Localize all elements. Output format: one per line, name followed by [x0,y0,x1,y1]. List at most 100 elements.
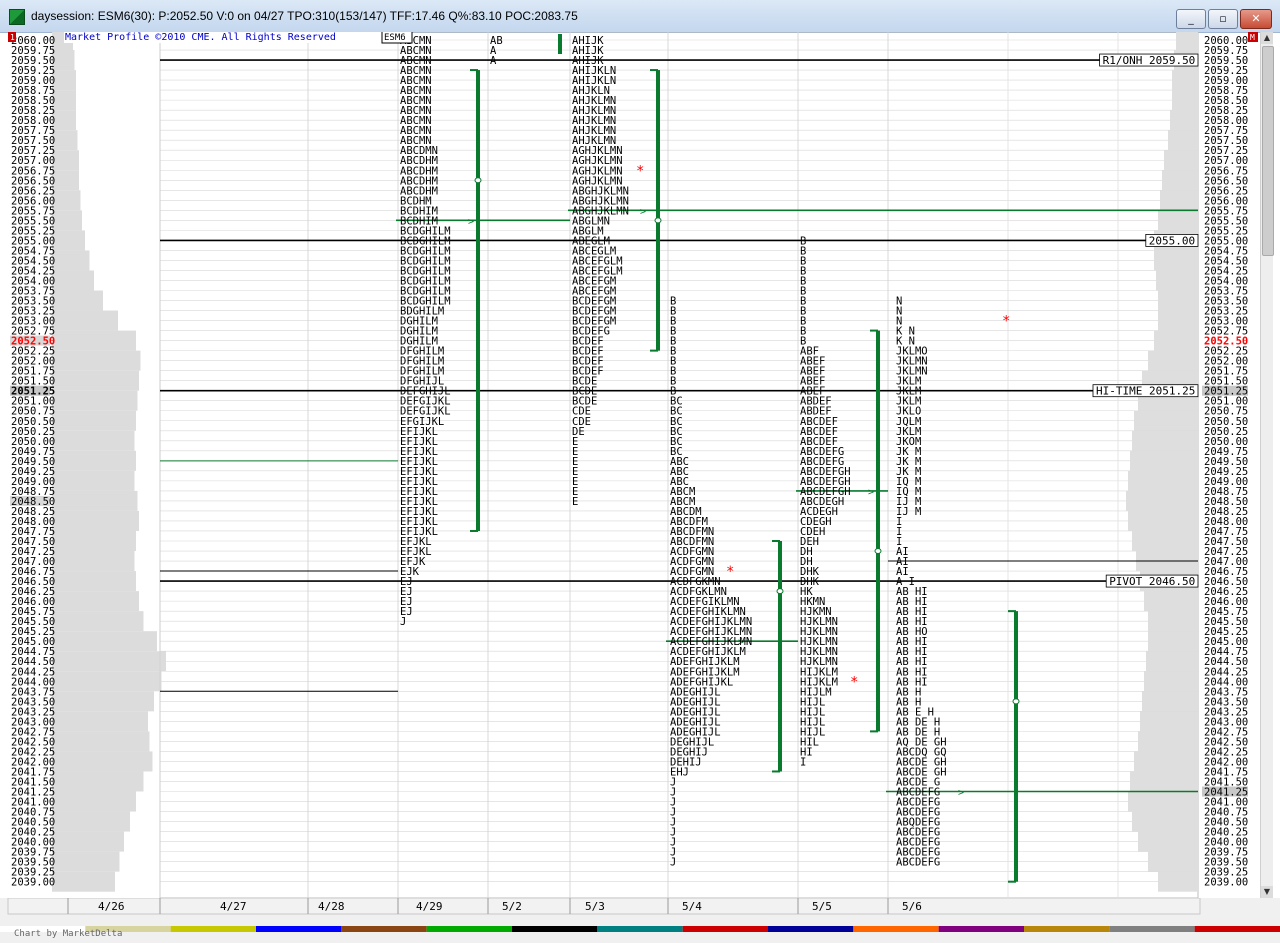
asterisk-marker: * [726,564,734,580]
volume-bar-left [52,530,136,552]
window-title: daysession: ESM6(30): P:2052.50 V:0 on 0… [31,9,578,23]
reference-label: PIVOT 2046.50 [1109,575,1195,588]
vertical-scrollbar[interactable]: ▲ ▼ [1260,32,1274,898]
volume-bar-left [52,110,76,131]
volume-bar-right [1130,450,1198,471]
volume-bar-right [1168,130,1198,151]
poc-marker [654,217,662,224]
poc-marker [874,548,882,555]
volume-bar-left [52,470,135,491]
volume-bar-right [1148,350,1198,371]
value-area-cap [650,349,658,352]
poc-marker [1012,698,1020,705]
reference-label: 2055.00 [1149,234,1195,247]
asterisk-marker: * [850,674,858,690]
volume-bar-right [1130,771,1198,792]
asterisk-marker: * [636,163,644,179]
volume-bar-left [52,731,150,752]
volume-bar-left [52,210,82,231]
poc-marker [776,588,784,595]
session-color-segment [341,926,427,932]
session-separators [159,32,1119,898]
volume-bar-left [52,571,136,592]
volume-bar-right [1128,470,1198,491]
date-label: 5/2 [502,900,522,913]
tpo-row: J [670,857,676,869]
chart-header: 1 M Market Profile ©2010 CME. All Rights… [8,32,1258,44]
volume-bar-left [52,370,139,391]
volume-bar-right [1148,611,1198,632]
tpo-row: J [400,616,406,628]
date-label: 4/29 [416,900,443,913]
volume-bar-left [52,831,124,852]
volume-bar-left [52,631,157,652]
value-area-bar [876,330,880,732]
volume-bar-left [52,490,138,511]
volume-bar-left [52,751,153,772]
date-label: 5/4 [682,900,702,913]
volume-bar-left [52,90,76,111]
title-bar[interactable]: daysession: ESM6(30): P:2052.50 V:0 on 0… [0,0,1280,33]
volume-bar-left [52,190,81,211]
poc-lines: >>>>> [396,206,1198,799]
volume-bar-right [1158,871,1198,892]
value-area-bar [558,34,562,54]
date-label: 4/27 [220,900,247,913]
volume-bar-right [1158,210,1198,231]
session-color-segment [853,926,939,932]
volume-bar-left [52,791,136,812]
session-color-segment [512,926,598,932]
volume-bar-right [1148,851,1198,872]
asterisk-marker: * [1002,314,1010,330]
price-axis-left: 2060.002059.752059.502059.252059.002058.… [10,35,55,889]
right-badge: M [1250,33,1255,42]
price-tick-left: 2039.00 [11,877,55,889]
market-profile-chart[interactable]: >>>>> ABCMNABCMNABCMNABCMNABCMNABCMNABCM… [8,32,1258,898]
restore-button[interactable]: ▫ [1208,9,1238,29]
volume-bar-left [52,70,76,91]
volume-bar-left [52,851,120,872]
volume-bar-left [52,130,78,151]
volume-bar-right [1132,811,1198,832]
volume-bar-right [1170,110,1198,131]
session-color-segment [256,926,342,932]
date-label: 5/3 [585,900,605,913]
volume-bar-left [52,551,135,572]
volume-bar-right [1144,591,1198,612]
volume-bar-left [52,290,103,311]
poc-arrow-icon: > [958,788,964,799]
date-axis: 4/26 4/27 4/28 4/29 5/2 5/3 5/4 5/5 5/6 Chart by… [0,897,1280,939]
volume-bar-left [52,811,130,832]
volume-bar-left [52,711,148,732]
scroll-up-icon[interactable]: ▲ [1261,32,1273,44]
value-area-cap [470,529,478,532]
marketdelta-app-icon [9,9,25,25]
left-badge: 1 [10,33,15,42]
tpo-row: A [490,55,497,67]
value-area-bar [778,541,782,772]
volume-bar-right [1146,651,1198,672]
minimize-button[interactable]: _ [1176,9,1206,29]
volume-bar-right [1140,711,1198,732]
volume-bar-left [52,671,162,692]
volume-bar-right [1176,32,1198,51]
bottom-panel: 4/26 4/27 4/28 4/29 5/2 5/3 5/4 5/5 5/6 Chart by… [0,897,1280,943]
date-label: 4/26 [98,900,125,913]
volume-bar-right [1164,150,1198,171]
volume-bar-right [1172,90,1198,111]
scroll-down-icon[interactable]: ▼ [1261,886,1273,898]
volume-bar-left [52,450,136,471]
volume-bar-right [1158,310,1198,331]
volume-bar-left [52,410,136,431]
scroll-thumb[interactable] [1262,46,1274,256]
tpo-row: I [800,756,806,768]
value-area-cap [772,540,780,542]
poc-arrow-icon: > [868,487,874,498]
volume-bar-left [52,230,85,251]
price-axis-right: 2060.002059.752059.502059.252059.002058.… [1202,35,1248,889]
close-button[interactable]: ✕ [1240,9,1272,29]
value-area-bar [476,70,480,531]
volume-bar-right [1160,190,1198,211]
volume-bar-right [1132,530,1198,552]
volume-bar-right [1128,791,1198,812]
